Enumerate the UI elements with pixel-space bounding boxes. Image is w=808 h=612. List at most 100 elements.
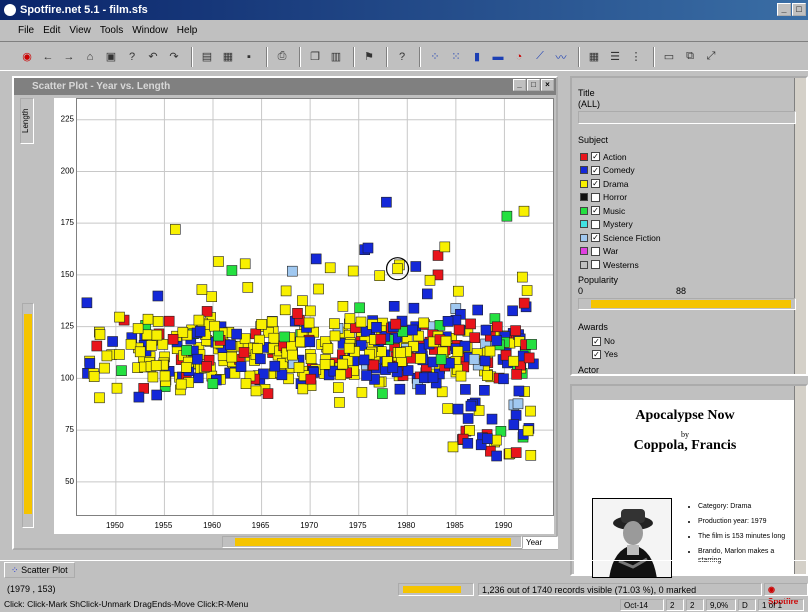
y-axis-select[interactable]: Length [20,98,34,144]
subject-checkbox[interactable] [591,192,600,202]
data-point[interactable] [196,284,208,295]
data-point[interactable] [279,304,291,316]
line-chart-icon[interactable]: ⟋ [531,48,549,66]
data-point[interactable] [371,322,382,333]
data-point[interactable] [293,362,305,373]
details-icon[interactable]: ☰ [606,48,624,66]
data-point[interactable] [91,340,103,352]
x-axis-select[interactable]: Year [522,536,558,549]
data-point[interactable] [355,316,367,328]
award-no-item[interactable]: ✓ No [592,336,615,346]
more-icon[interactable]: ⋮ [627,48,645,66]
data-point[interactable] [468,354,480,365]
data-point[interactable] [125,339,137,350]
tab-scatter-plot[interactable]: ⁘ Scatter Plot [4,562,75,578]
data-point[interactable] [175,378,187,390]
record-icon[interactable]: ◉ [18,48,36,66]
data-point[interactable] [150,360,162,371]
data-point[interactable] [523,352,535,364]
data-point[interactable] [286,341,297,352]
data-point[interactable] [521,285,533,296]
data-point[interactable] [287,349,298,361]
data-point[interactable] [213,256,224,267]
open-icon[interactable]: ▤ [198,48,216,66]
subject-item[interactable]: ✓ Science Fiction [580,231,800,245]
data-point[interactable] [513,385,525,397]
data-point[interactable] [207,378,219,390]
data-point[interactable] [134,346,146,358]
data-point[interactable] [141,329,153,341]
data-point[interactable] [479,355,491,367]
data-point[interactable] [510,447,522,458]
subject-item[interactable]: ✓ Action [580,150,800,164]
data-point[interactable] [101,350,113,362]
data-point[interactable] [465,400,477,412]
data-point[interactable] [337,358,348,370]
menu-edit[interactable]: Edit [43,25,60,36]
data-point[interactable] [387,362,399,373]
subject-item[interactable]: Mystery [580,218,800,232]
minimize-button[interactable]: _ [777,3,791,16]
plot-area[interactable] [76,98,554,516]
details-scrollbar[interactable] [794,386,806,574]
award-no-checkbox[interactable]: ✓ [592,336,601,346]
data-point[interactable] [132,323,144,334]
data-point[interactable] [522,425,534,437]
data-point[interactable] [292,308,303,319]
data-point[interactable] [508,419,520,431]
menu-file[interactable]: File [18,25,34,36]
data-point[interactable] [337,301,349,312]
back-icon[interactable]: ← [39,48,57,66]
data-point[interactable] [435,354,447,365]
data-point[interactable] [526,339,537,350]
data-point[interactable] [465,318,476,330]
subject-item[interactable]: ✓ Comedy [580,164,800,178]
data-point[interactable] [518,297,530,309]
data-point[interactable] [142,313,154,325]
data-point[interactable] [525,449,537,461]
data-point[interactable] [408,302,420,314]
data-point[interactable] [94,329,106,340]
data-point[interactable] [479,384,490,396]
data-point[interactable] [107,336,118,347]
data-point[interactable] [287,265,298,277]
data-point[interactable] [508,355,519,367]
data-point[interactable] [472,304,484,316]
data-point[interactable] [418,317,430,329]
data-point[interactable] [343,342,355,354]
subject-item[interactable]: War [580,245,800,259]
data-point[interactable] [226,351,238,363]
data-point[interactable] [329,318,340,329]
data-point[interactable] [368,359,380,371]
lock-icon[interactable]: ▣ [102,48,120,66]
data-point[interactable] [510,325,521,336]
undo-icon[interactable]: ↶ [144,48,162,66]
menu-help[interactable]: Help [177,25,198,36]
data-point[interactable] [262,388,274,399]
data-point[interactable] [252,343,263,354]
data-point[interactable] [279,331,290,343]
filter-icon[interactable]: ⚑ [360,48,378,66]
x-range-slider[interactable] [222,536,522,548]
data-point[interactable] [358,354,370,366]
data-point[interactable] [303,317,315,329]
data-point[interactable] [460,384,471,395]
data-point[interactable] [334,397,345,408]
data-point[interactable] [462,413,474,424]
data-point[interactable] [114,311,125,323]
subject-checkbox[interactable]: ✓ [591,179,600,189]
subject-checkbox[interactable] [591,246,600,256]
data-point[interactable] [402,365,414,376]
data-point[interactable] [377,388,388,399]
data-point[interactable] [152,290,164,302]
highlighted-point[interactable] [392,263,403,275]
data-point[interactable] [226,265,238,276]
save-icon[interactable]: ▪ [240,48,258,66]
data-point[interactable] [313,283,324,295]
data-point[interactable] [525,405,536,417]
data-point[interactable] [304,336,316,348]
data-point[interactable] [469,332,481,343]
home-icon[interactable]: ⌂ [81,48,99,66]
scatter-svg[interactable] [77,99,553,515]
data-point[interactable] [146,340,157,351]
